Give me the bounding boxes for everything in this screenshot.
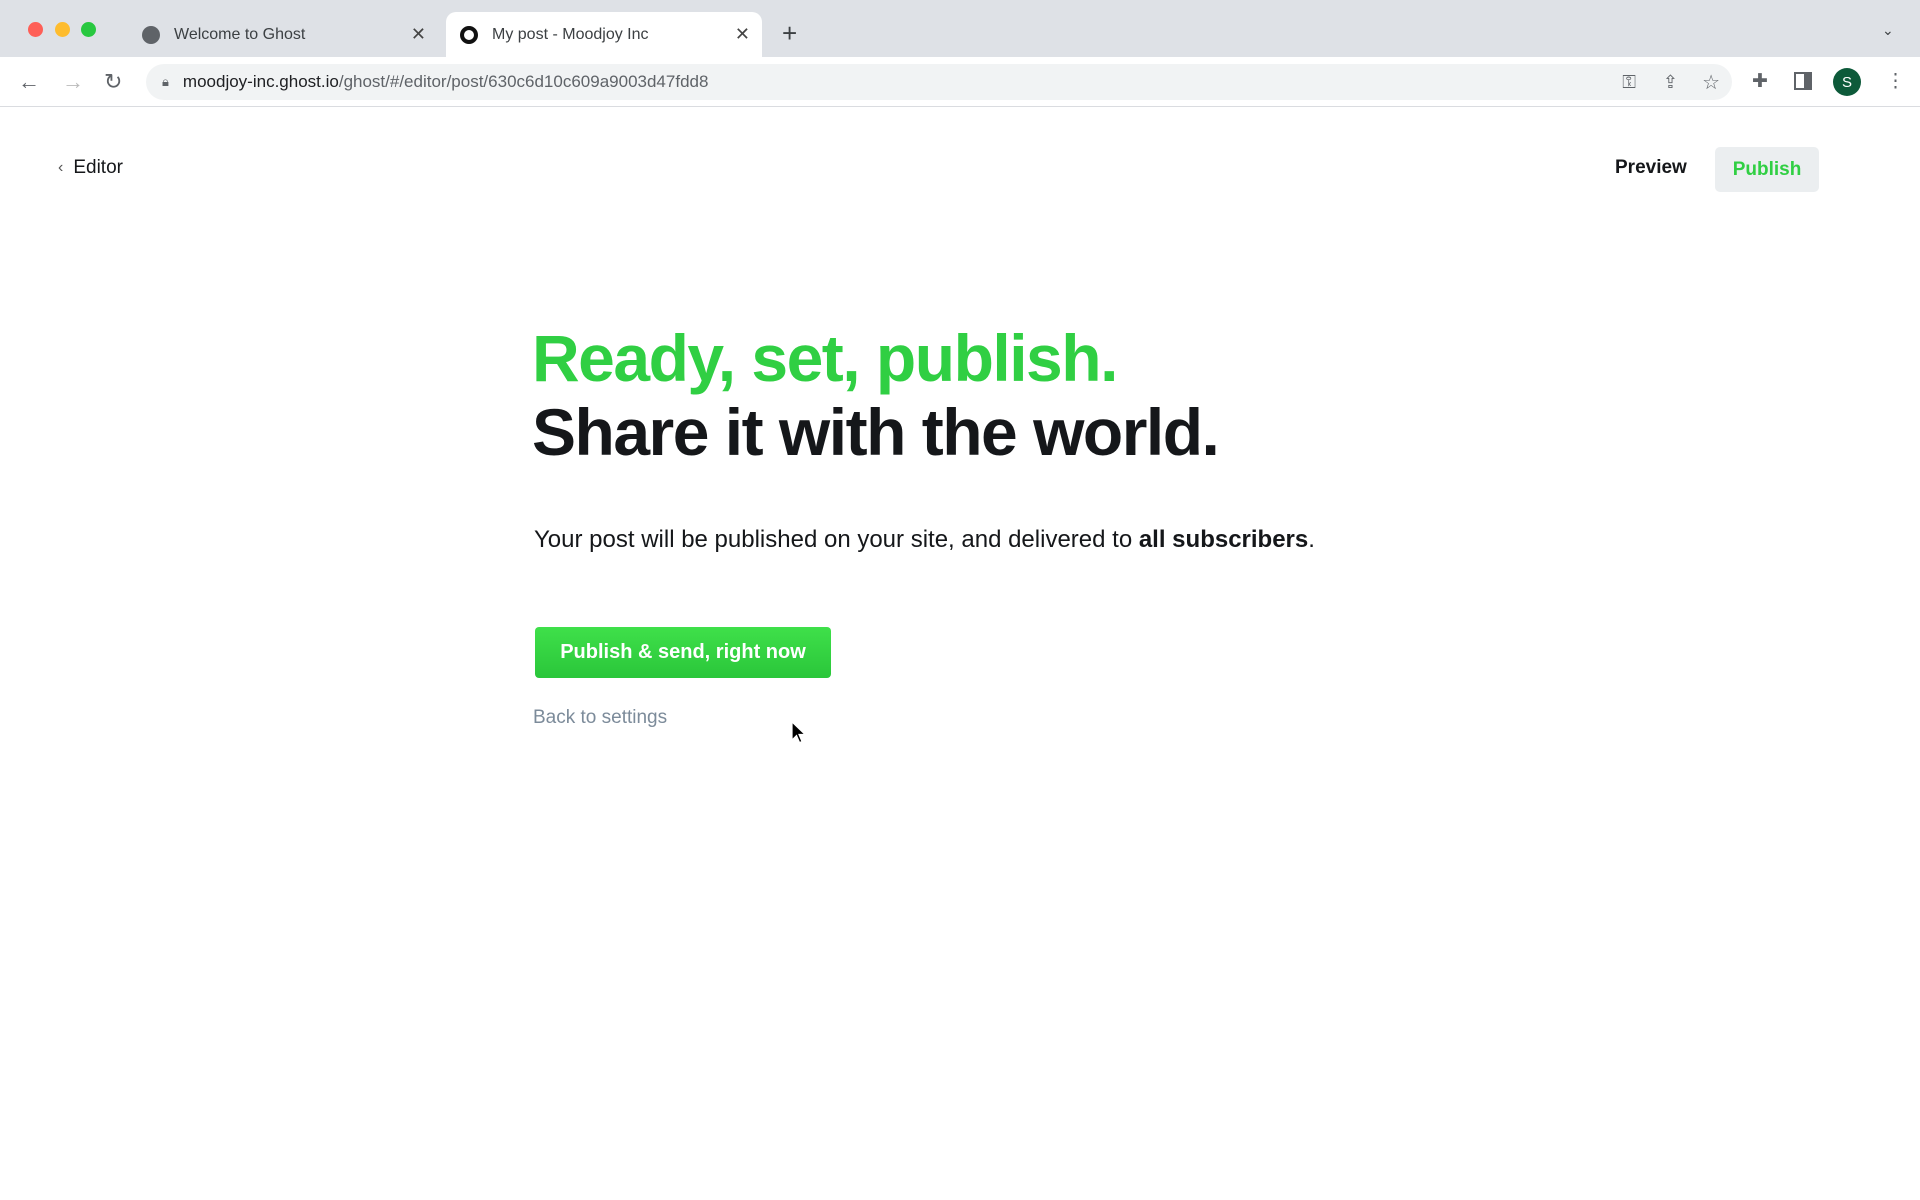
close-tab-icon[interactable]: ✕ (735, 24, 750, 45)
reload-icon[interactable]: ↻ (104, 69, 122, 95)
tab-title: My post - Moodjoy Inc (492, 25, 649, 43)
back-arrow-icon[interactable]: ← (18, 69, 40, 95)
profile-avatar[interactable]: S (1833, 68, 1861, 96)
desc-suffix: . (1308, 526, 1315, 553)
browser-toolbar: ← → ↻ 🔒︎ moodjoy-inc.ghost.io/ghost/#/ed… (0, 57, 1920, 107)
maximize-window-button[interactable] (81, 22, 96, 37)
tab-search-chevron-icon[interactable]: ⌄ (1882, 22, 1894, 39)
tab-my-post[interactable]: My post - Moodjoy Inc ✕ (446, 12, 762, 57)
url-path: /ghost/#/editor/post/630c6d10c609a9003d4… (338, 72, 709, 91)
tab-bar: Welcome to Ghost ✕ My post - Moodjoy Inc… (0, 0, 1920, 57)
chevron-left-icon: ‹ (58, 159, 64, 176)
mouse-cursor-icon (791, 721, 807, 744)
key-icon[interactable]: ⚿ (1622, 72, 1636, 93)
globe-icon (142, 25, 160, 44)
publish-description: Your post will be published on your site… (534, 526, 1315, 554)
ghost-icon (460, 25, 478, 44)
back-label: Editor (73, 157, 123, 178)
minimize-window-button[interactable] (55, 22, 70, 37)
preview-button[interactable]: Preview (1615, 157, 1687, 179)
back-to-editor-link[interactable]: ‹ Editor (58, 157, 123, 179)
new-tab-button[interactable]: + (782, 18, 797, 49)
back-to-settings-link[interactable]: Back to settings (533, 707, 667, 729)
tab-welcome[interactable]: Welcome to Ghost ✕ (128, 12, 438, 57)
address-bar[interactable]: 🔒︎ moodjoy-inc.ghost.io/ghost/#/editor/p… (146, 64, 1732, 100)
share-icon[interactable]: ⇪ (1663, 72, 1678, 93)
side-panel-icon[interactable] (1794, 72, 1812, 90)
desc-text: Your post will be published on your site… (534, 526, 1139, 553)
headline-ready: Ready, set, publish. (532, 321, 1118, 395)
url-host: moodjoy-inc.ghost.io (182, 72, 339, 91)
publish-send-now-button[interactable]: Publish & send, right now (535, 627, 831, 678)
lock-icon: 🔒︎ (162, 74, 169, 89)
extensions-puzzle-icon[interactable]: ✚ (1752, 70, 1768, 93)
close-window-button[interactable] (28, 22, 43, 37)
close-tab-icon[interactable]: ✕ (411, 24, 426, 45)
publish-button[interactable]: Publish (1715, 147, 1819, 192)
desc-audience: all subscribers (1138, 526, 1309, 553)
bookmark-star-icon[interactable]: ☆ (1702, 70, 1720, 95)
more-menu-icon[interactable]: ⋮ (1886, 70, 1905, 93)
headline-share: Share it with the world. (532, 395, 1220, 469)
tab-title: Welcome to Ghost (174, 25, 306, 43)
forward-arrow-icon[interactable]: → (62, 69, 84, 95)
